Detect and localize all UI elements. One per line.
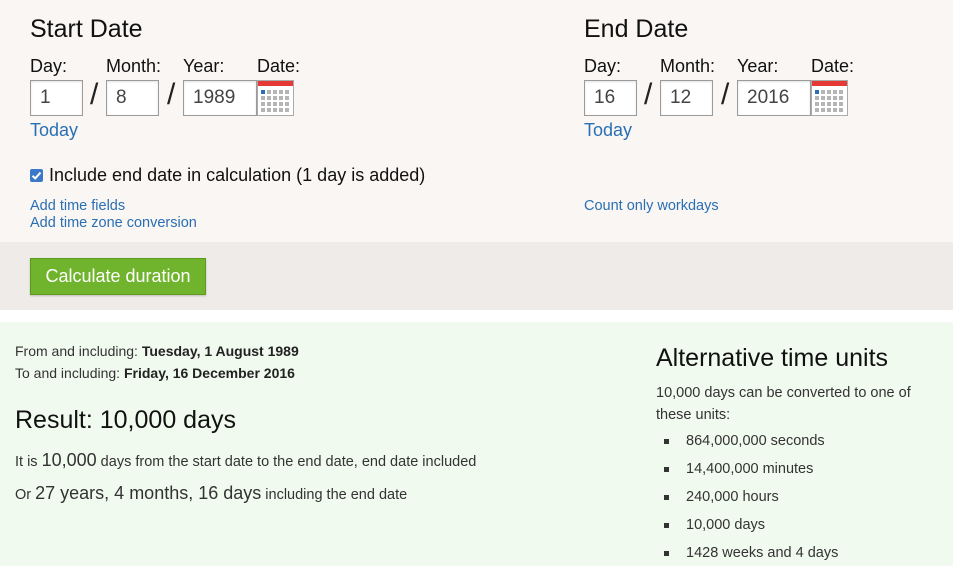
end-separator-1: / bbox=[644, 78, 653, 111]
end-day-input[interactable] bbox=[584, 80, 637, 116]
calculate-duration-button[interactable]: Calculate duration bbox=[30, 258, 206, 295]
alternative-units-title: Alternative time units bbox=[656, 344, 889, 372]
end-day-label: Day: bbox=[584, 56, 622, 76]
list-item: 14,400,000 minutes bbox=[664, 458, 838, 486]
start-day-input[interactable] bbox=[30, 80, 83, 116]
end-date-picker-label: Date: bbox=[811, 56, 855, 76]
start-separator-2: / bbox=[167, 78, 176, 111]
start-day-label: Day: bbox=[30, 56, 68, 76]
days-sentence-number: 10,000 bbox=[41, 450, 97, 470]
start-year-input[interactable] bbox=[183, 80, 257, 116]
add-time-fields-link[interactable]: Add time fields bbox=[30, 198, 125, 214]
end-today-link[interactable]: Today bbox=[584, 120, 632, 141]
end-calendar-icon[interactable] bbox=[811, 80, 848, 116]
check-icon bbox=[31, 171, 42, 180]
list-item: 864,000,000 seconds bbox=[664, 430, 838, 458]
to-date: Friday, 16 December 2016 bbox=[123, 365, 295, 381]
start-separator-1: / bbox=[90, 78, 99, 111]
to-line: To and including: Friday, 16 December 20… bbox=[15, 365, 295, 381]
result-heading: Result: 10,000 days bbox=[15, 406, 236, 434]
include-end-date-checkbox[interactable] bbox=[30, 168, 43, 182]
include-end-date-label: Include end date in calculation (1 day i… bbox=[49, 164, 426, 185]
include-end-date-option[interactable]: Include end date in calculation (1 day i… bbox=[30, 164, 425, 186]
end-year-input[interactable] bbox=[737, 80, 811, 116]
days-sentence-prefix: It is bbox=[15, 454, 42, 470]
add-time-zone-link[interactable]: Add time zone conversion bbox=[30, 215, 197, 231]
count-workdays-link[interactable]: Count only workdays bbox=[584, 198, 719, 214]
ymd-sentence-prefix: Or bbox=[15, 487, 36, 503]
start-date-title: Start Date bbox=[30, 15, 143, 43]
from-prefix: From and including: bbox=[15, 343, 142, 359]
start-today-link[interactable]: Today bbox=[30, 120, 78, 141]
from-line: From and including: Tuesday, 1 August 19… bbox=[15, 343, 299, 359]
end-year-label: Year: bbox=[737, 56, 779, 76]
from-date: Tuesday, 1 August 1989 bbox=[141, 343, 299, 359]
start-month-input[interactable] bbox=[106, 80, 159, 116]
days-sentence-suffix: days from the start date to the end date… bbox=[96, 454, 477, 470]
alternative-units-intro: 10,000 days can be converted to one of t… bbox=[656, 385, 911, 423]
ymd-sentence-value: 27 years, 4 months, 16 days bbox=[35, 483, 262, 503]
end-month-label: Month: bbox=[660, 56, 716, 76]
date-form-panel bbox=[0, 0, 953, 242]
ymd-sentence: Or 27 years, 4 months, 16 days including… bbox=[15, 483, 407, 504]
list-item: 240,000 hours bbox=[664, 486, 838, 514]
start-date-picker-label: Date: bbox=[257, 56, 301, 76]
start-month-label: Month: bbox=[106, 56, 162, 76]
start-calendar-icon[interactable] bbox=[257, 80, 294, 116]
end-date-title: End Date bbox=[584, 15, 689, 43]
start-year-label: Year: bbox=[183, 56, 225, 76]
end-month-input[interactable] bbox=[660, 80, 713, 116]
end-separator-2: / bbox=[721, 78, 730, 111]
alternative-units-list: 864,000,000 seconds 14,400,000 minutes 2… bbox=[664, 430, 838, 570]
days-sentence: It is 10,000 days from the start date to… bbox=[15, 450, 476, 471]
to-prefix: To and including: bbox=[15, 365, 124, 381]
ymd-sentence-suffix: including the end date bbox=[261, 487, 408, 503]
list-item: 10,000 days bbox=[664, 514, 838, 542]
